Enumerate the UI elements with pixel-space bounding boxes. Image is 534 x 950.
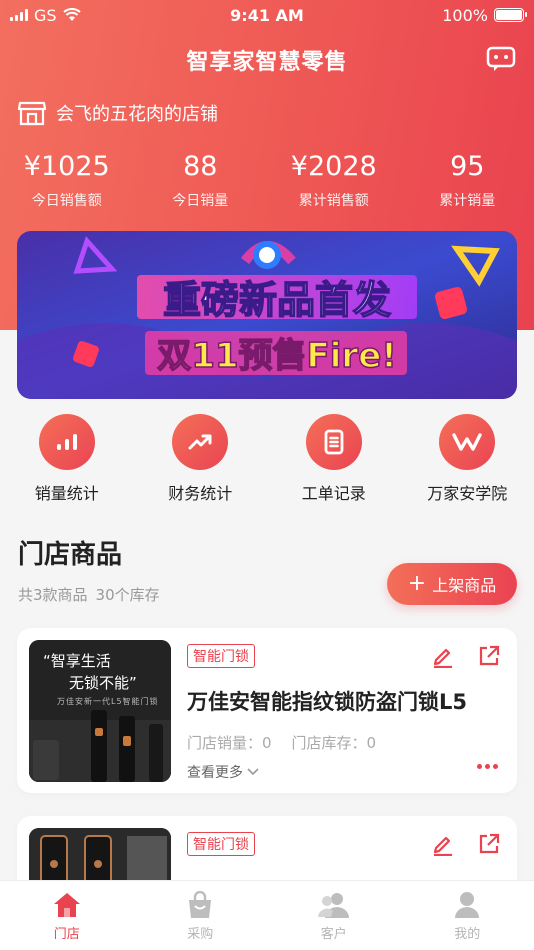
message-icon[interactable] bbox=[486, 46, 516, 72]
store-icon bbox=[18, 101, 46, 126]
stat-value: ¥1025 bbox=[23, 151, 110, 182]
product-image-caption-2: 无锁不能” bbox=[69, 674, 137, 692]
add-product-button[interactable]: + 上架商品 bbox=[387, 563, 517, 605]
chevron-down-icon bbox=[247, 768, 259, 776]
stat-label: 今日销量 bbox=[172, 193, 229, 209]
shortcut-finance-stats[interactable]: 财务统计 bbox=[134, 414, 268, 504]
edit-icon[interactable] bbox=[431, 644, 455, 668]
trend-icon bbox=[172, 414, 229, 470]
category-tag: 智能门锁 bbox=[187, 832, 255, 856]
signal-icon bbox=[10, 9, 28, 21]
tab-purchase[interactable]: 采购 bbox=[134, 881, 268, 950]
store-name: 会飞的五花肉的店铺 bbox=[56, 104, 218, 125]
section-title: 门店商品 bbox=[18, 540, 123, 570]
tab-customers[interactable]: 客户 bbox=[267, 881, 401, 950]
stat-value: 95 bbox=[450, 151, 485, 182]
store-info[interactable]: 会飞的五花肉的店铺 bbox=[18, 100, 218, 126]
customers-icon bbox=[317, 893, 349, 918]
tab-label: 采购 bbox=[187, 927, 214, 942]
see-more-link[interactable]: 查看更多 bbox=[187, 762, 259, 782]
stock-count: 30个库存 bbox=[95, 586, 160, 604]
banner-artwork: 重磅新品首发 双11预售Fire! bbox=[17, 231, 517, 399]
add-product-label: 上架商品 bbox=[432, 576, 497, 595]
shortcut-label: 销量统计 bbox=[34, 484, 99, 503]
product-name: 万佳安智能指纹锁防盗门锁L5 bbox=[187, 690, 467, 714]
wifi-icon bbox=[62, 8, 81, 21]
shortcut-academy[interactable]: 万家安学院 bbox=[401, 414, 534, 504]
shortcut-label: 工单记录 bbox=[301, 484, 366, 503]
bar-chart-icon bbox=[38, 414, 95, 470]
product-image-caption-3: 万佳安新一代L5智能门锁 bbox=[57, 697, 159, 706]
battery-icon bbox=[494, 8, 527, 22]
banner-headline: 重磅新品首发 bbox=[163, 278, 391, 322]
stat-value: ¥2028 bbox=[290, 151, 377, 182]
stat-value: 88 bbox=[183, 151, 218, 182]
see-more-label: 查看更多 bbox=[187, 765, 243, 781]
sales-stats: ¥1025 今日销售额 88 今日销量 ¥2028 累计销售额 95 累计销量 bbox=[0, 150, 534, 210]
product-image: “智享生活 无锁不能” 万佳安新一代L5智能门锁 bbox=[29, 640, 171, 782]
stat-today-sales-count[interactable]: 88 今日销量 bbox=[134, 150, 268, 210]
category-tag: 智能门锁 bbox=[187, 644, 255, 668]
shortcut-label: 财务统计 bbox=[168, 484, 233, 503]
banner-subheadline: 双11预售Fire! bbox=[157, 336, 397, 376]
tab-profile[interactable]: 我的 bbox=[401, 881, 534, 950]
home-icon bbox=[53, 893, 80, 917]
product-image-caption-1: “智享生活 bbox=[43, 652, 111, 670]
stat-label: 今日销售额 bbox=[31, 193, 102, 209]
store-stock: 门店库存：0 bbox=[291, 734, 377, 752]
shortcut-label: 万家安学院 bbox=[427, 484, 508, 503]
edit-icon[interactable] bbox=[431, 832, 455, 856]
tab-bar: 门店 采购 客户 我的 bbox=[0, 880, 534, 950]
share-icon[interactable] bbox=[477, 832, 501, 856]
section-summary: 共3款商品 30个库存 bbox=[18, 584, 160, 605]
tab-label: 门店 bbox=[53, 927, 80, 942]
promo-banner[interactable]: 重磅新品首发 双11预售Fire! bbox=[17, 231, 517, 399]
product-meta: 门店销量：0 门店库存：0 bbox=[187, 732, 376, 753]
document-icon bbox=[305, 414, 362, 470]
stat-label: 累计销售额 bbox=[298, 193, 369, 209]
tab-label: 我的 bbox=[454, 927, 481, 942]
more-options-icon[interactable] bbox=[477, 764, 498, 769]
tab-label: 客户 bbox=[320, 927, 347, 942]
stat-total-sales-amount[interactable]: ¥2028 累计销售额 bbox=[267, 150, 401, 210]
status-bar: GS 9:41 AM 100% bbox=[0, 0, 534, 30]
w-logo-icon bbox=[439, 414, 496, 470]
app-title: 智享家智慧零售 bbox=[186, 50, 348, 75]
product-count: 共3款商品 bbox=[18, 586, 88, 604]
status-time: 9:41 AM bbox=[230, 5, 304, 25]
store-sales: 门店销量：0 bbox=[187, 734, 272, 752]
shortcut-work-orders[interactable]: 工单记录 bbox=[267, 414, 401, 504]
bag-icon bbox=[189, 891, 212, 918]
stat-total-sales-count[interactable]: 95 累计销量 bbox=[401, 150, 534, 210]
share-icon[interactable] bbox=[477, 644, 501, 668]
plus-icon: + bbox=[407, 571, 427, 596]
stat-today-sales-amount[interactable]: ¥1025 今日销售额 bbox=[0, 150, 134, 210]
profile-icon bbox=[455, 892, 480, 918]
app-bar: 智享家智慧零售 bbox=[0, 40, 534, 80]
tab-store[interactable]: 门店 bbox=[0, 881, 134, 950]
shortcut-sales-stats[interactable]: 销量统计 bbox=[0, 414, 134, 504]
shortcut-grid: 销量统计 财务统计 工单记录 万家安学院 bbox=[0, 414, 534, 504]
stat-label: 累计销量 bbox=[439, 193, 496, 209]
carrier-label: GS bbox=[34, 5, 57, 25]
battery-percent: 100% bbox=[442, 5, 488, 25]
product-card[interactable]: “智享生活 无锁不能” 万佳安新一代L5智能门锁 智能门锁 万佳安智能指纹锁防盗… bbox=[17, 628, 517, 793]
